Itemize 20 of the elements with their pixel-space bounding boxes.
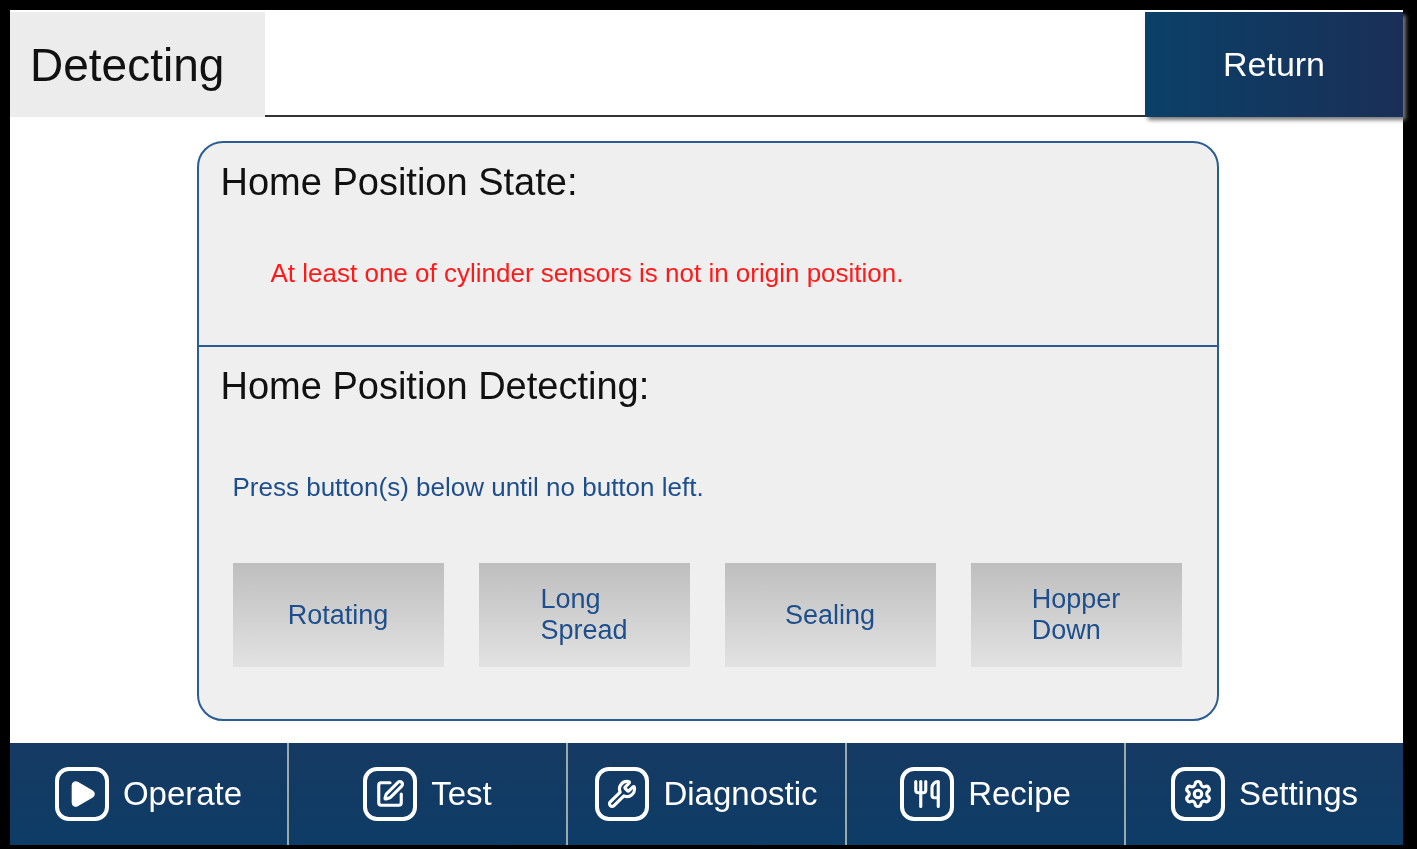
play-icon: [54, 767, 109, 821]
nav-tab[interactable]: Settings: [1126, 743, 1403, 845]
edit-icon: [363, 767, 418, 821]
nav-tab[interactable]: Operate: [10, 743, 289, 845]
action-button[interactable]: Sealing: [724, 563, 936, 667]
screen-title: Detecting: [10, 12, 265, 117]
section-heading: Home Position State:: [220, 161, 579, 204]
action-button[interactable]: Rotating: [232, 563, 444, 667]
section-heading: Home Position Detecting:: [220, 365, 651, 408]
nav-tab[interactable]: Test: [289, 743, 568, 845]
return-button[interactable]: Return: [1145, 12, 1403, 117]
error-message: At least one of cylinder sensors is not in origin position.: [270, 258, 905, 289]
wrench-icon: [595, 767, 650, 821]
action-button[interactable]: Hopper Down: [970, 563, 1182, 667]
settings-icon: [1170, 767, 1225, 821]
nav-tab[interactable]: Diagnostic: [568, 743, 847, 845]
action-button[interactable]: Long Spread: [478, 563, 690, 667]
fork-knife-icon: [900, 767, 955, 821]
instruction-text: Press button(s) below until no button left.: [232, 472, 705, 503]
nav-tab[interactable]: Recipe: [847, 743, 1126, 845]
